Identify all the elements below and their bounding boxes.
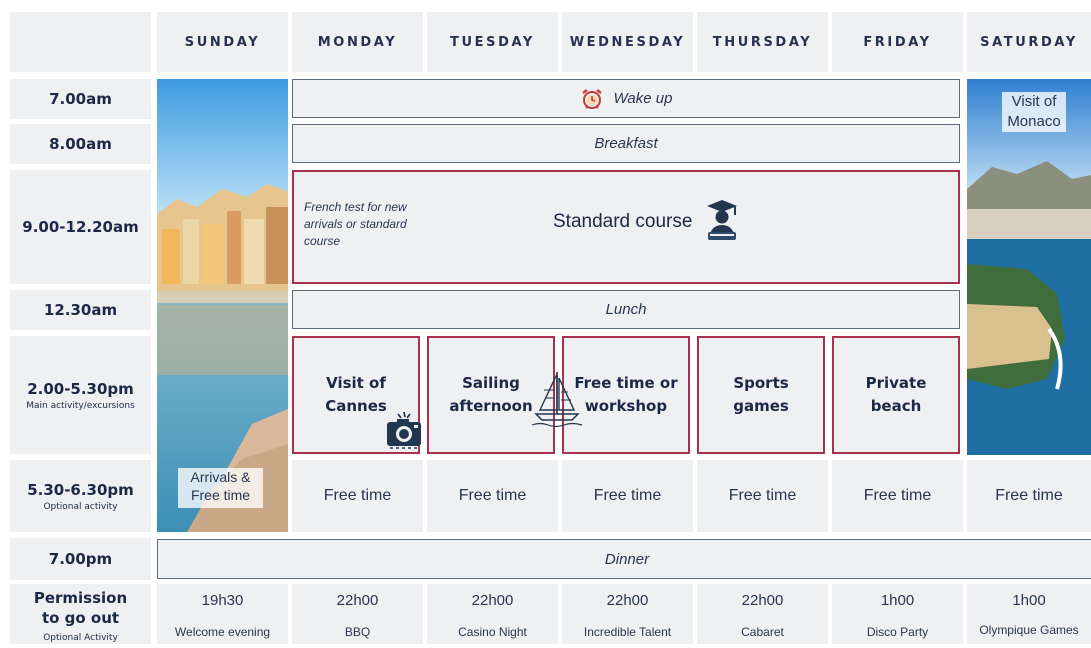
- activity-friday: Private beach: [832, 336, 960, 454]
- time-course: 9.00-12.20am: [10, 170, 151, 284]
- free-time-friday: Free time: [832, 460, 963, 532]
- day-header-saturday: SATURDAY: [967, 12, 1091, 72]
- free-time-saturday: Free time: [967, 460, 1091, 532]
- day-header-sunday: SUNDAY: [157, 12, 288, 72]
- menton-photo-art: [157, 79, 288, 532]
- lunch-label: Lunch: [605, 301, 647, 318]
- lunch-bar: Lunch: [292, 290, 960, 329]
- time-activity-sub: Main activity/excursions: [26, 400, 135, 411]
- evening-sunday: 19h30 Welcome evening: [157, 584, 288, 644]
- monaco-photo-art: [967, 79, 1091, 455]
- evening-thursday: 22h00 Cabaret: [697, 584, 828, 644]
- alarm-clock-icon: [581, 88, 602, 109]
- free-time-wednesday: Free time: [562, 460, 693, 532]
- course-title: Standard course: [553, 211, 693, 232]
- sunday-note: Arrivals & Free time: [178, 468, 263, 508]
- evening-monday: 22h00 BBQ: [292, 584, 423, 644]
- wake-up-label: Wake up: [613, 90, 673, 107]
- saturday-note: Visit of Monaco: [1002, 92, 1066, 132]
- time-optional: 5.30-6.30pm Optional activity: [10, 460, 151, 532]
- time-permission: Permission to go out Optional Activity: [10, 584, 151, 644]
- course-note: French test for new arrivals or standard…: [304, 200, 407, 248]
- evening-wednesday: 22h00 Incredible Talent: [562, 584, 693, 644]
- graduate-icon: [707, 200, 737, 240]
- breakfast-bar: Breakfast: [292, 124, 960, 163]
- wake-up-bar: Wake up: [292, 79, 960, 118]
- sunday-photo: [157, 79, 288, 532]
- day-header-thursday: THURSDAY: [697, 12, 828, 72]
- sailboat-icon: [531, 372, 583, 428]
- time-wake: 7.00am: [10, 79, 151, 119]
- evening-friday: 1h00 Disco Party: [832, 584, 963, 644]
- time-optional-sub: Optional activity: [43, 501, 118, 512]
- free-time-monday: Free time: [292, 460, 423, 532]
- time-breakfast: 8.00am: [10, 124, 151, 164]
- evening-tuesday: 22h00 Casino Night: [427, 584, 558, 644]
- time-activity: 2.00-5.30pm Main activity/excursions: [10, 336, 151, 454]
- day-header-monday: MONDAY: [292, 12, 423, 72]
- dinner-bar: Dinner: [157, 539, 1091, 579]
- time-dinner: 7.00pm: [10, 538, 151, 580]
- camera-icon: [387, 411, 421, 449]
- activity-thursday: Sports games: [697, 336, 825, 454]
- dinner-label: Dinner: [604, 550, 650, 568]
- day-header-wednesday: WEDNESDAY: [562, 12, 693, 72]
- free-time-tuesday: Free time: [427, 460, 558, 532]
- day-header-friday: FRIDAY: [832, 12, 963, 72]
- corner-cell: [10, 12, 151, 72]
- free-time-thursday: Free time: [697, 460, 828, 532]
- time-lunch: 12.30am: [10, 290, 151, 330]
- evening-saturday: 1h00 Olympique Games: [967, 584, 1091, 644]
- saturday-photo: [967, 79, 1091, 455]
- day-header-tuesday: TUESDAY: [427, 12, 558, 72]
- breakfast-label: Breakfast: [594, 135, 658, 152]
